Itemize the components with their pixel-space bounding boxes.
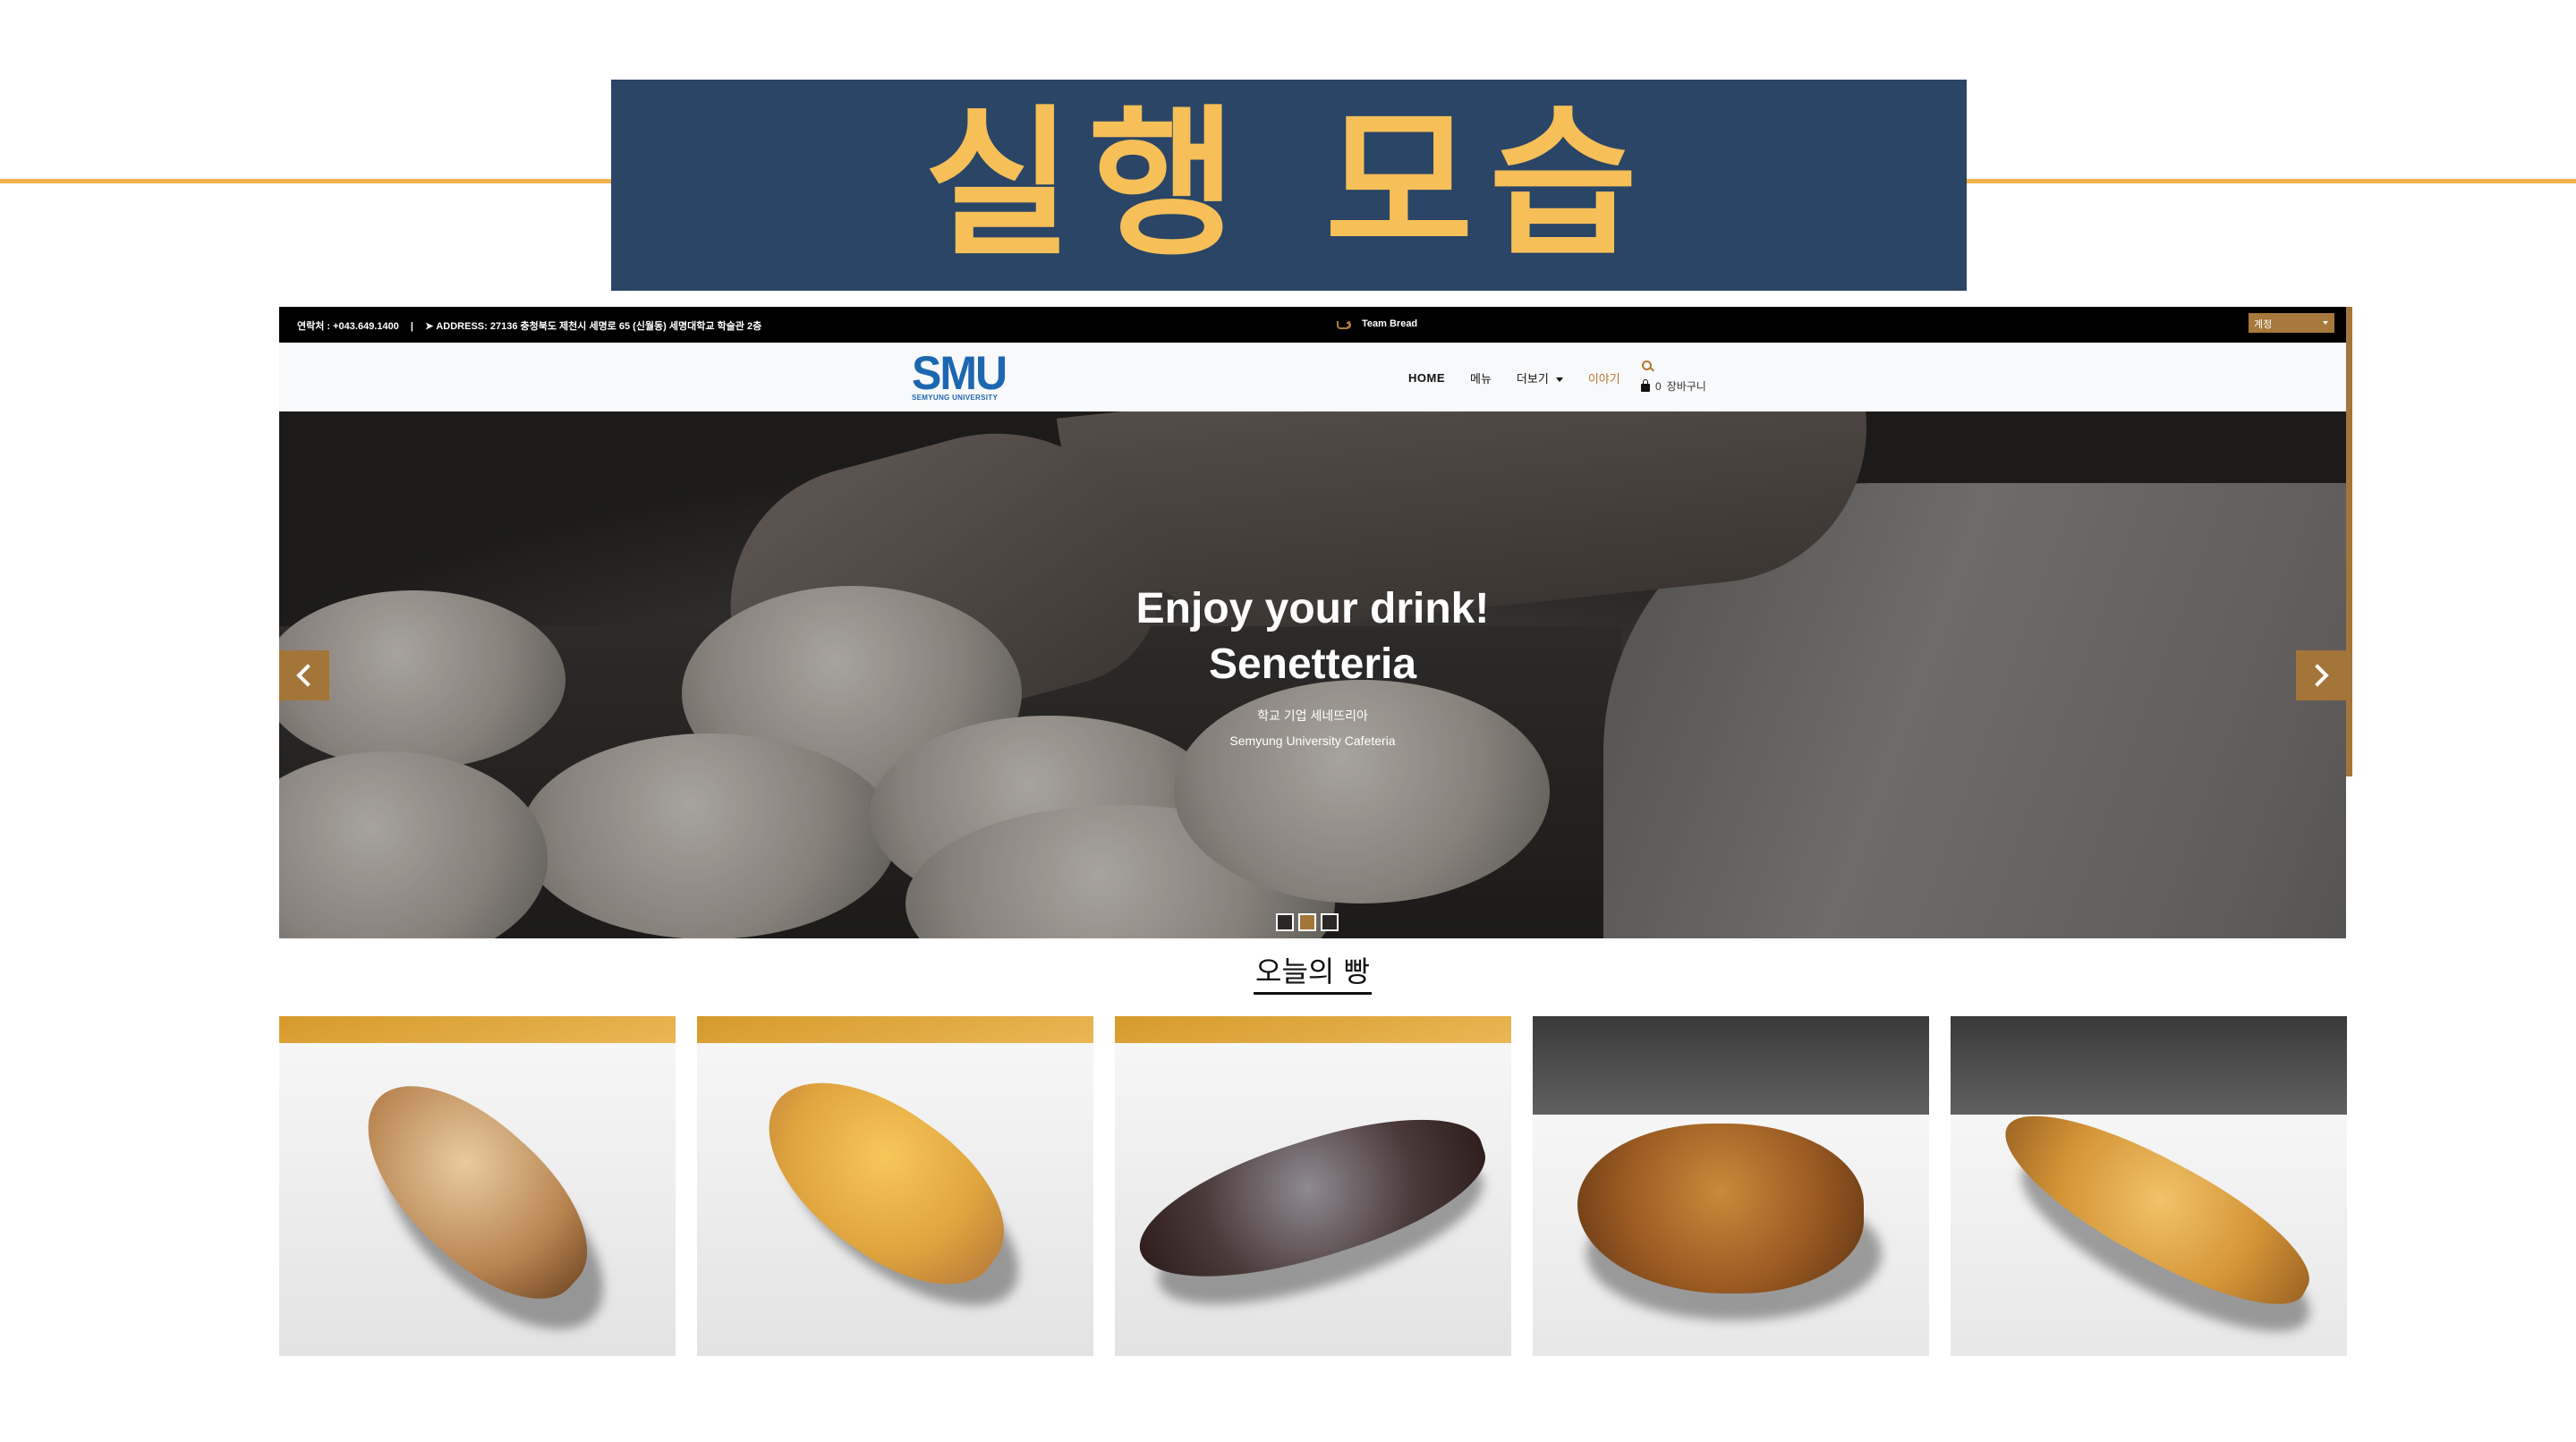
website-screenshot: 연락처 : +043.649.1400 | ➤ ADDRESS: 27136 충… [279, 307, 2352, 1357]
bread-gallery [279, 1016, 2347, 1356]
top-bar: 연락처 : +043.649.1400 | ➤ ADDRESS: 27136 충… [279, 307, 2346, 343]
hero-title-line2: Senetteria [1208, 640, 1417, 688]
main-navbar: SMU SEMYUNG UNIVERSITY HOME 메뉴 더보기 이야기 0… [279, 343, 2346, 411]
cart-link[interactable]: 0 장바구니 [1641, 378, 1706, 394]
carousel-next-button[interactable] [2296, 650, 2346, 700]
caret-down-icon [1555, 377, 1563, 383]
chevron-left-icon [296, 664, 319, 687]
bread-card-3[interactable] [1115, 1016, 1511, 1356]
address-text: ADDRESS: 27136 충청북도 제천시 세명로 65 (신월동) 세명대… [436, 321, 762, 332]
brand-text: Team Bread [1362, 318, 1418, 329]
phone-text: 연락처 : +043.649.1400 [297, 321, 399, 332]
title-banner: 실행 모습 [611, 80, 1967, 291]
separator: | [410, 321, 413, 332]
bread-card-4[interactable] [1533, 1016, 1929, 1356]
nav-menu[interactable]: 메뉴 [1470, 369, 1492, 386]
hero-title-line1: Enjoy your drink! [1135, 585, 1490, 632]
cart-label: 장바구니 [1666, 380, 1706, 393]
shopping-bag-icon [1641, 378, 1650, 392]
nav-links: HOME 메뉴 더보기 이야기 [1408, 369, 1645, 386]
bread-card-5[interactable] [1951, 1016, 2347, 1356]
carousel-indicators [1276, 913, 1339, 931]
smu-logo[interactable]: SMU SEMYUNG UNIVERSITY [912, 346, 1010, 403]
account-select[interactable]: 계정 [2249, 313, 2334, 333]
cart-count: 0 [1655, 379, 1662, 393]
hero-caption: Enjoy your drink! Senetteria 학교 기업 세네뜨리아… [1044, 581, 1581, 748]
carousel-prev-button[interactable] [279, 650, 329, 700]
caret-down-icon [2323, 321, 2328, 325]
contact-info: 연락처 : +043.649.1400 | ➤ ADDRESS: 27136 충… [297, 318, 761, 333]
carousel-dot-1[interactable] [1276, 913, 1294, 931]
slide-title: 실행 모습 [923, 91, 1654, 278]
account-select-label: 계정 [2254, 319, 2273, 330]
todays-bread-heading: 오늘의 빵 [1254, 949, 1372, 995]
logo-mark: SMU [912, 346, 1007, 400]
chevron-right-icon [2306, 664, 2329, 687]
brand-link[interactable]: Team Bread [1335, 318, 1417, 329]
hero-carousel: Enjoy your drink! Senetteria 학교 기업 세네뜨리아… [279, 411, 2346, 938]
scrollbar[interactable] [2346, 307, 2352, 776]
nav-story[interactable]: 이야기 [1588, 369, 1620, 386]
location-arrow-icon: ➤ [425, 321, 434, 332]
bread-card-2[interactable] [697, 1016, 1093, 1356]
section-title: 오늘의 빵 [279, 949, 2346, 995]
hero-subtitle-en: Semyung University Cafeteria [1229, 734, 1396, 748]
carousel-dot-2[interactable] [1298, 913, 1316, 931]
nav-more-label: 더보기 [1516, 372, 1549, 386]
hero-subtitle-ko: 학교 기업 세네뜨리아 [1257, 708, 1368, 723]
bread-card-1[interactable] [279, 1016, 676, 1356]
coffee-cup-icon [1335, 319, 1351, 329]
carousel-dot-3[interactable] [1321, 913, 1339, 931]
nav-home[interactable]: HOME [1408, 371, 1445, 385]
search-icon[interactable] [1642, 360, 1653, 371]
nav-more[interactable]: 더보기 [1517, 369, 1563, 386]
